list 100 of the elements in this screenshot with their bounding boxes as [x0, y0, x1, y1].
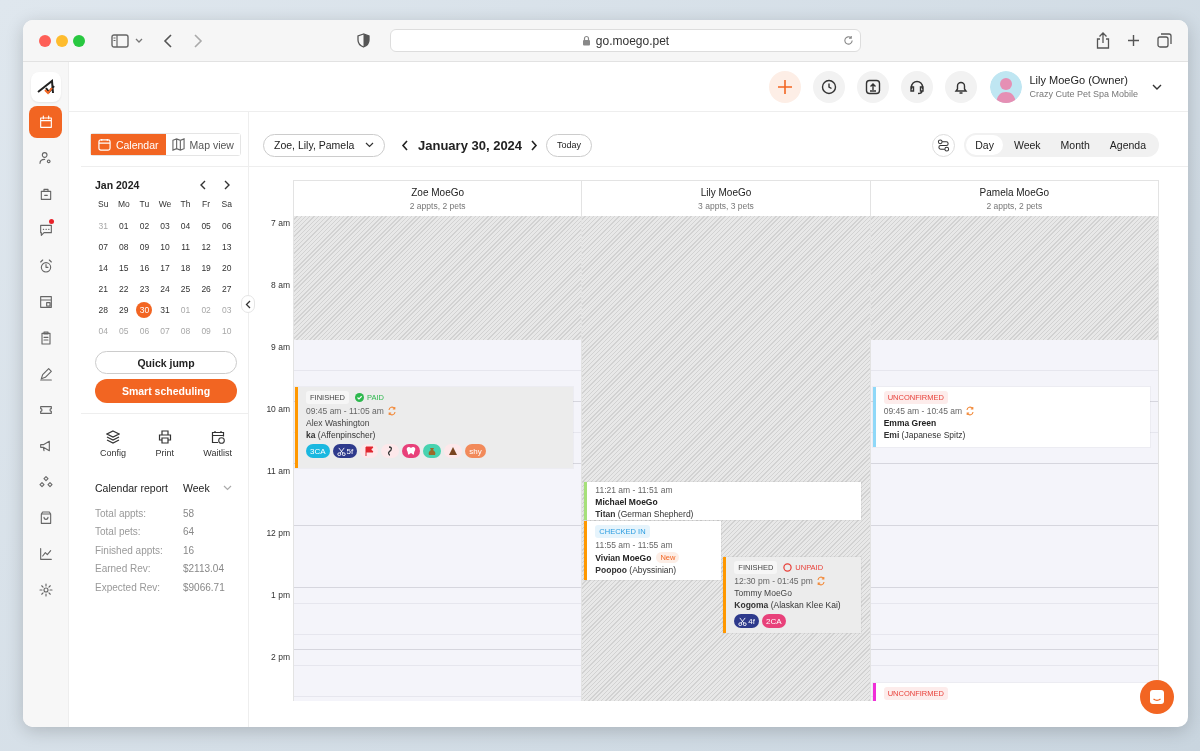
- share-icon[interactable]: [1096, 32, 1110, 49]
- pet-name: Poopoo (Abyssinian): [595, 565, 678, 575]
- client-name: Tommy MoeGo: [734, 588, 792, 598]
- date-cell[interactable]: 26: [198, 280, 215, 297]
- date-cell[interactable]: 14: [95, 259, 112, 276]
- alarm-icon: [37, 258, 54, 274]
- date-cell[interactable]: 11: [177, 238, 194, 255]
- date-cell[interactable]: 18: [177, 259, 194, 276]
- address-bar[interactable]: go.moego.pet: [390, 29, 861, 52]
- upload-button[interactable]: [857, 70, 890, 103]
- date-cell[interactable]: 25: [177, 280, 194, 297]
- previous-month-icon[interactable]: [199, 180, 207, 190]
- weekday-label: We: [157, 199, 173, 211]
- date-cell[interactable]: 28: [95, 301, 112, 318]
- next-month-icon[interactable]: [223, 180, 231, 190]
- close-button[interactable]: [39, 34, 51, 47]
- view-tab[interactable]: Month: [1051, 135, 1099, 155]
- business-name: Crazy Cute Pet Spa Mobile: [1029, 89, 1138, 99]
- appointment-time: 11:21 am - 11:51 am: [595, 485, 673, 495]
- notification-dot: [49, 219, 54, 224]
- date-cell[interactable]: 13: [218, 238, 235, 255]
- stat-value: 58: [183, 507, 195, 519]
- date-cell[interactable]: 17: [157, 259, 173, 276]
- view-tab[interactable]: Agenda: [1100, 135, 1155, 155]
- current-date: January 30, 2024: [418, 137, 523, 153]
- reload-icon[interactable]: [843, 35, 854, 46]
- previous-day-icon[interactable]: [401, 139, 409, 151]
- notifications-button[interactable]: [945, 70, 978, 103]
- chat-icon: [37, 222, 54, 238]
- date-cell[interactable]: 23: [136, 280, 153, 297]
- tool-button[interactable]: Config: [100, 430, 126, 458]
- view-tab[interactable]: Week: [1004, 135, 1050, 155]
- date-cell[interactable]: 20: [218, 259, 235, 276]
- nodes-icon: [37, 474, 54, 490]
- date-cell[interactable]: 22: [115, 280, 132, 297]
- period-select[interactable]: Week: [183, 482, 223, 494]
- date-cell[interactable]: 03: [157, 217, 173, 234]
- date-cell[interactable]: 19: [198, 259, 215, 276]
- tool-button[interactable]: Waitlist: [203, 430, 232, 458]
- calendar-icon: [97, 138, 111, 151]
- shield-icon[interactable]: [357, 33, 370, 48]
- staff-dropdown[interactable]: Zoe, Lily, Pamela: [263, 133, 385, 157]
- date-cell[interactable]: 12: [198, 238, 215, 255]
- map-icon: [171, 138, 185, 151]
- hour-label: 10 am: [266, 404, 290, 414]
- route-button[interactable]: [932, 133, 956, 157]
- quick-jump-button[interactable]: Quick jump: [95, 351, 237, 374]
- date-cell[interactable]: 09: [136, 238, 153, 255]
- date-cell[interactable]: 10: [157, 238, 173, 255]
- back-icon[interactable]: [163, 33, 173, 48]
- new-tab-icon[interactable]: [1127, 34, 1140, 47]
- date-cell[interactable]: 08: [115, 238, 132, 255]
- hour-label: 7 am: [271, 218, 290, 228]
- tabs-icon[interactable]: [1157, 33, 1172, 48]
- avatar[interactable]: [990, 70, 1023, 103]
- tag: 4f: [734, 614, 759, 628]
- date-cell[interactable]: 16: [136, 259, 153, 276]
- date-cell[interactable]: 05: [198, 217, 215, 234]
- logo-icon[interactable]: [35, 78, 56, 96]
- date-cell[interactable]: 31: [157, 301, 173, 318]
- appointment-card[interactable]: 11:21 am - 11:51 am Michael MoeGo Titan (German Shepherd): [584, 482, 862, 520]
- date-cell[interactable]: 21: [95, 280, 112, 297]
- tag: shy: [465, 444, 486, 458]
- collapse-button[interactable]: [241, 295, 255, 313]
- chat-button[interactable]: [1140, 680, 1174, 714]
- tool-button[interactable]: Print: [155, 430, 174, 458]
- route-icon: [937, 138, 951, 152]
- date-cell[interactable]: 02: [136, 217, 153, 234]
- today-button[interactable]: Today: [546, 133, 593, 157]
- upload-icon: [865, 78, 882, 95]
- sidebar-icon[interactable]: [111, 33, 129, 48]
- weekday-label: Fr: [201, 199, 212, 211]
- stat-label: Total appts:: [95, 507, 148, 519]
- clock-button[interactable]: [813, 70, 846, 103]
- caret-icon: [365, 142, 374, 148]
- date-cell[interactable]: 27: [218, 280, 235, 297]
- stat-value: 16: [183, 544, 195, 556]
- date-cell[interactable]: 07: [95, 238, 112, 255]
- appointment-summary: 2 appts, 2 pets: [986, 200, 1043, 211]
- staff-name: Zoe MoeGo: [411, 186, 465, 198]
- next-day-icon[interactable]: [530, 139, 539, 151]
- weekday-label: Th: [179, 199, 192, 211]
- view-tab[interactable]: Day: [966, 135, 1003, 155]
- date-cell[interactable]: 06: [218, 217, 235, 234]
- date-cell[interactable]: 29: [115, 301, 132, 318]
- date-cell[interactable]: 24: [157, 280, 173, 297]
- chat-icon: [1148, 688, 1166, 706]
- support-button[interactable]: [901, 70, 934, 103]
- nav-item[interactable]: [29, 106, 62, 138]
- client-name: Emma Green: [883, 418, 937, 428]
- calendar-icon: [37, 114, 54, 130]
- chevron-left-icon: [245, 299, 251, 309]
- person-icon: [37, 150, 54, 166]
- add-button[interactable]: [769, 70, 802, 103]
- date-cell[interactable]: 15: [115, 259, 132, 276]
- date-cell[interactable]: 01: [115, 217, 132, 234]
- plus-icon: [777, 78, 794, 95]
- caret-icon[interactable]: [1152, 83, 1162, 90]
- stat-label: Total pets:: [95, 526, 142, 538]
- date-cell[interactable]: 04: [177, 217, 194, 234]
